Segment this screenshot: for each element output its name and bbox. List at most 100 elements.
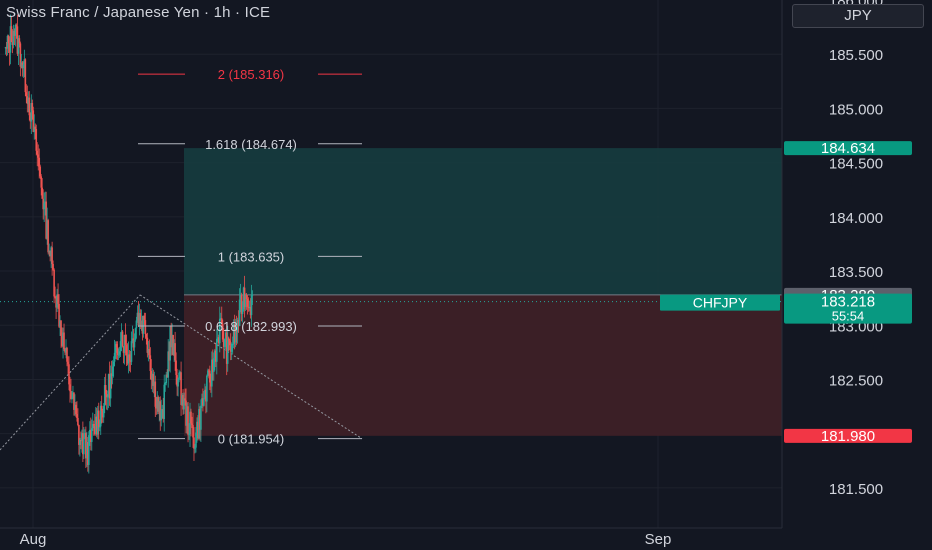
candle bbox=[130, 341, 133, 362]
target-zone[interactable] bbox=[184, 148, 782, 295]
candle bbox=[60, 320, 62, 336]
candle bbox=[143, 315, 146, 321]
candle bbox=[106, 396, 109, 398]
candle bbox=[36, 150, 39, 155]
candle bbox=[104, 385, 107, 395]
candle bbox=[191, 423, 193, 426]
candle bbox=[148, 349, 151, 356]
fib-level-label: 0 (181.954) bbox=[218, 432, 285, 447]
currency-button[interactable]: JPY bbox=[792, 4, 924, 28]
price-axis[interactable]: 181.500182.000182.500183.000183.500184.0… bbox=[829, 0, 883, 498]
candle bbox=[69, 384, 71, 392]
candle bbox=[149, 355, 152, 372]
candle bbox=[128, 354, 131, 361]
candle bbox=[184, 398, 186, 401]
candle bbox=[215, 338, 218, 362]
symbol-badge: CHFJPY bbox=[693, 295, 748, 311]
candle bbox=[154, 381, 157, 407]
fib-level-label: 2 (185.316) bbox=[218, 67, 285, 82]
candle bbox=[91, 428, 93, 442]
countdown-label: 55:54 bbox=[832, 309, 865, 324]
candle bbox=[187, 406, 189, 435]
candle bbox=[63, 332, 65, 350]
candle bbox=[223, 338, 226, 347]
candle bbox=[68, 364, 70, 385]
candle bbox=[57, 294, 59, 304]
candle bbox=[119, 341, 122, 352]
time-tick-label: Aug bbox=[20, 531, 47, 548]
candle bbox=[160, 409, 163, 421]
price-tick-label: 184.500 bbox=[829, 156, 883, 173]
candle bbox=[39, 166, 42, 177]
candle bbox=[40, 176, 43, 188]
candle bbox=[117, 354, 120, 356]
candle bbox=[250, 295, 253, 316]
candle bbox=[188, 434, 190, 436]
candle bbox=[88, 435, 90, 465]
candle bbox=[135, 320, 138, 329]
candle bbox=[164, 383, 167, 385]
candle bbox=[38, 157, 41, 167]
candle bbox=[118, 351, 121, 355]
candle bbox=[134, 328, 137, 340]
candle bbox=[203, 398, 205, 406]
candle bbox=[124, 334, 127, 345]
candle bbox=[227, 337, 230, 341]
candle bbox=[51, 247, 53, 264]
candle bbox=[113, 352, 116, 362]
price-tick-label: 183.500 bbox=[829, 264, 883, 281]
price-chart[interactable]: 2 (185.316) 1.618 (184.674) 1 (183.635) 0.6… bbox=[0, 0, 932, 550]
candle bbox=[66, 347, 68, 362]
candle bbox=[192, 425, 194, 438]
candle bbox=[71, 398, 73, 400]
candle bbox=[34, 126, 37, 129]
fib-level-label: 1.618 (184.674) bbox=[205, 137, 297, 152]
candle bbox=[43, 202, 45, 210]
candle bbox=[31, 103, 34, 111]
candle bbox=[70, 391, 72, 399]
candle bbox=[230, 343, 233, 352]
candle bbox=[7, 35, 10, 44]
candle bbox=[75, 404, 77, 415]
candle bbox=[241, 309, 244, 314]
stop-zone[interactable] bbox=[184, 294, 782, 436]
candle bbox=[53, 269, 55, 297]
candle bbox=[174, 343, 176, 361]
candle bbox=[52, 263, 54, 270]
candle bbox=[195, 432, 197, 448]
price-tick-label: 182.500 bbox=[829, 372, 883, 389]
candle bbox=[178, 372, 180, 379]
trend-line[interactable] bbox=[0, 294, 141, 451]
candle bbox=[209, 370, 211, 383]
candle bbox=[246, 298, 249, 307]
candle bbox=[28, 97, 31, 116]
chart-title: Swiss Franc / Japanese Yen · 1h · ICE bbox=[6, 4, 271, 21]
candle bbox=[228, 340, 231, 346]
position-zones[interactable] bbox=[0, 148, 782, 436]
candle bbox=[112, 361, 115, 367]
candle bbox=[193, 437, 195, 449]
candle bbox=[125, 344, 128, 356]
candle bbox=[67, 361, 69, 365]
candle bbox=[115, 344, 118, 348]
fib-level-label: 1 (183.635) bbox=[218, 249, 285, 264]
candle bbox=[175, 360, 177, 376]
candle bbox=[41, 187, 44, 199]
price-tick-label: 184.000 bbox=[829, 210, 883, 227]
candle bbox=[245, 295, 248, 299]
candle bbox=[200, 405, 202, 430]
candle bbox=[190, 411, 192, 424]
candle bbox=[100, 405, 103, 411]
candle bbox=[98, 426, 101, 428]
time-tick-label: Sep bbox=[645, 531, 672, 548]
stop-price-badge: 181.980 bbox=[821, 428, 875, 445]
price-tick-label: 185.500 bbox=[829, 47, 883, 64]
candle bbox=[251, 294, 254, 296]
candle bbox=[231, 343, 234, 345]
candle bbox=[92, 424, 95, 426]
candle bbox=[24, 59, 27, 93]
time-axis[interactable]: Aug Sep bbox=[20, 531, 672, 548]
candle bbox=[111, 366, 114, 377]
candle bbox=[14, 25, 17, 36]
candle bbox=[145, 334, 148, 338]
